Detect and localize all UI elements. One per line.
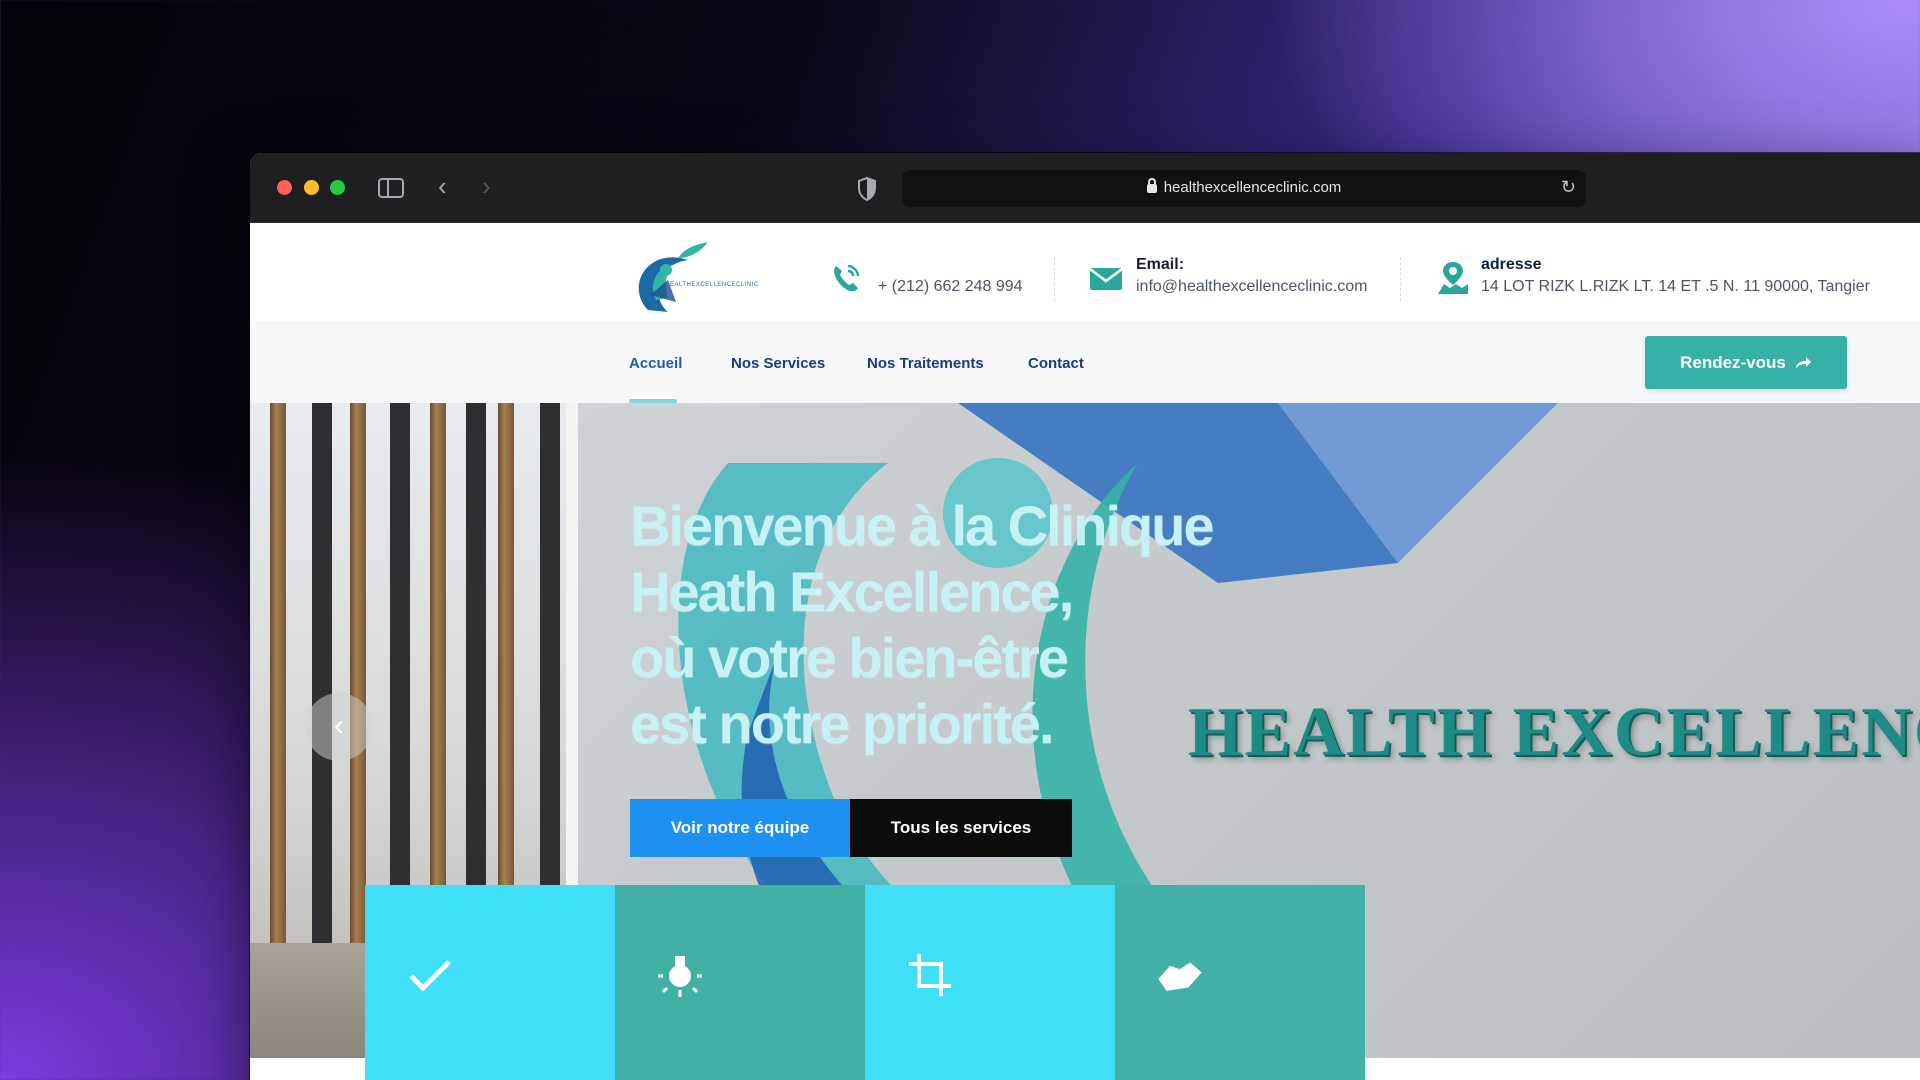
feature-cards [365,885,1365,1080]
phone-icon [834,264,860,292]
nav-item-nos-services[interactable]: Nos Services [731,355,825,372]
back-arrow-icon[interactable]: ‹ [438,173,447,199]
reload-icon[interactable]: ↻ [1561,177,1576,198]
hero-title-line: est notre priorité. [630,692,1055,755]
services-button[interactable]: Tous les services [850,799,1072,857]
url-text: healthexcellenceclinic.com [1163,179,1342,196]
window-frame [540,403,560,963]
wood-slat [430,403,446,963]
slider-prev-button[interactable]: ‹ [305,693,373,761]
feature-card[interactable] [1115,885,1365,1080]
email-label: Email: [1136,256,1185,273]
feature-card[interactable] [865,885,1115,1080]
window-frame [466,403,486,963]
feature-card[interactable] [615,885,865,1080]
hero-title: Bienvenue à la Clinique Heath Excellence… [630,493,1390,757]
info-bar: EALTHEXCELLENCECLINIC + (212) 662 248 99… [250,224,1920,321]
address-bar[interactable]: healthexcellenceclinic.com ↻ [902,170,1586,207]
window-frame [312,403,332,963]
minimize-window-button[interactable] [304,180,319,195]
rendez-vous-label: Rendez-vous [1680,352,1786,372]
hero-title-line: Heath Excellence, [630,560,1074,623]
team-button[interactable]: Voir notre équipe [630,799,850,857]
share-arrow-icon [1795,356,1811,369]
envelope-icon [1089,268,1123,290]
handshake-icon [1158,962,1202,991]
map-pin-icon [1438,262,1468,294]
lock-icon [1146,178,1157,193]
logo-text: EALTHEXCELLENCECLINIC [670,282,759,288]
divider [1400,257,1401,301]
clinic-logo[interactable] [628,240,758,315]
zoom-window-button[interactable] [330,180,345,195]
check-icon [409,960,451,992]
crop-icon [909,954,951,996]
nav-item-contact[interactable]: Contact [1028,355,1084,372]
sidebar-toggle-icon[interactable] [378,178,404,198]
address-value: 14 LOT RIZK L.RIZK LT. 14 ET .5 N. 11 90… [1481,278,1870,295]
hero-title-line: où votre bien-être [630,626,1069,689]
lightbulb-icon [658,956,702,997]
browser-toolbar: ‹ › healthexcellenceclinic.com ↻ [250,153,1920,223]
wood-slat [350,403,366,963]
main-nav: Accueil Nos Services Nos Traitements Con… [250,321,1920,403]
feature-card[interactable] [365,885,615,1080]
divider [1054,257,1055,301]
rendez-vous-button[interactable]: Rendez-vous [1645,336,1847,389]
nav-item-accueil[interactable]: Accueil [629,355,682,372]
email-address[interactable]: info@healthexcellenceclinic.com [1136,278,1367,296]
forward-arrow-icon[interactable]: › [482,173,491,199]
window-frame [390,403,410,963]
nav-item-nos-traitements[interactable]: Nos Traitements [867,355,984,372]
privacy-shield-icon[interactable] [857,177,877,201]
wood-slat [498,403,514,963]
close-window-button[interactable] [277,180,292,195]
wood-slat [270,403,286,963]
phone-number[interactable]: + (212) 662 248 994 [878,278,1023,296]
hero-title-line: Bienvenue à la Clinique [630,494,1215,557]
address-label: adresse [1481,256,1542,273]
